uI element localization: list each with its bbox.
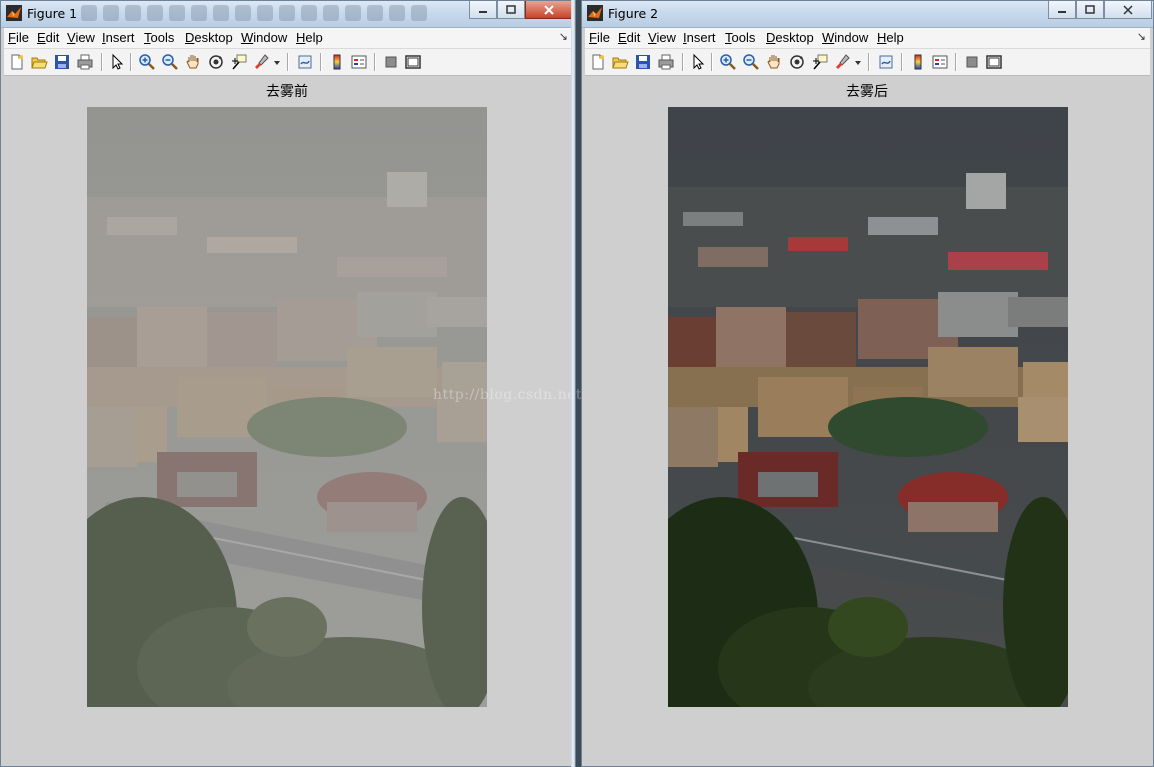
window-controls (469, 1, 573, 20)
zoom-in-icon[interactable] (138, 53, 156, 71)
brush-dropdown-arrow-icon[interactable] (272, 53, 282, 71)
zoom-out-icon[interactable] (742, 53, 760, 71)
image-canvas (668, 107, 1068, 707)
minimize-icon (1058, 10, 1066, 13)
zoom-in-icon[interactable] (719, 53, 737, 71)
matlab-logo-icon (587, 5, 603, 21)
open-file-icon[interactable] (611, 53, 629, 71)
menu-view[interactable]: View (648, 30, 676, 45)
data-cursor-icon[interactable] (811, 53, 829, 71)
minimize-icon (479, 10, 487, 13)
menu-window[interactable]: Window (241, 30, 287, 45)
toolbar-separator (101, 53, 102, 71)
background-toolbar-ghost (81, 5, 461, 23)
select-pointer-icon[interactable] (108, 53, 126, 71)
menu-insert[interactable]: Insert (683, 30, 716, 45)
title-bar[interactable]: Figure 2 (582, 1, 1153, 28)
open-file-icon[interactable] (30, 53, 48, 71)
menu-dock-arrow-icon[interactable]: ↘ (559, 30, 568, 43)
menu-tools[interactable]: Tools (725, 30, 755, 45)
menu-tools[interactable]: Tools (144, 30, 174, 45)
select-pointer-icon[interactable] (689, 53, 707, 71)
hide-plot-tools-icon[interactable] (963, 53, 981, 71)
axes-title: 去雾前 (266, 84, 308, 100)
axes-title: 去雾后 (846, 84, 888, 100)
figure-toolbar (4, 49, 572, 76)
maximize-icon (506, 5, 516, 14)
legend-icon[interactable] (931, 53, 949, 71)
rotate-3d-icon[interactable] (788, 53, 806, 71)
close-icon (544, 4, 554, 15)
window-controls (1048, 1, 1152, 20)
new-figure-icon[interactable] (8, 53, 26, 71)
menu-bar: File Edit View Insert Tools Desktop Wind… (585, 28, 1150, 49)
close-icon (1123, 4, 1133, 15)
toolbar-separator (287, 53, 288, 71)
show-plot-tools-icon[interactable] (985, 53, 1003, 71)
save-icon[interactable] (53, 53, 71, 71)
colorbar-icon[interactable] (328, 53, 346, 71)
toolbar-separator (374, 53, 375, 71)
menu-window[interactable]: Window (822, 30, 868, 45)
colorbar-icon[interactable] (909, 53, 927, 71)
menu-bar: File Edit View Insert Tools Desktop Wind… (4, 28, 572, 49)
print-icon[interactable] (76, 53, 94, 71)
window-title: Figure 2 (608, 6, 659, 21)
toolbar-separator (130, 53, 131, 71)
pan-hand-icon[interactable] (184, 53, 202, 71)
print-icon[interactable] (657, 53, 675, 71)
figure-window-1: Figure 1 File Edit View Insert Tools Des… (0, 0, 676, 767)
maximize-icon (1085, 5, 1095, 14)
toolbar-separator (868, 53, 869, 71)
data-cursor-icon[interactable] (230, 53, 248, 71)
menu-insert[interactable]: Insert (102, 30, 135, 45)
save-icon[interactable] (634, 53, 652, 71)
menu-view[interactable]: View (67, 30, 95, 45)
toolbar-separator (901, 53, 902, 71)
brush-icon[interactable] (253, 53, 271, 71)
menu-help[interactable]: Help (296, 30, 323, 45)
menu-dock-arrow-icon[interactable]: ↘ (1137, 30, 1146, 43)
title-bar[interactable]: Figure 1 (1, 1, 575, 28)
close-button[interactable] (525, 1, 573, 19)
new-figure-icon[interactable] (589, 53, 607, 71)
menu-edit[interactable]: Edit (618, 30, 640, 45)
figure-toolbar (585, 49, 1150, 76)
window-title: Figure 1 (27, 6, 78, 21)
toolbar-separator (320, 53, 321, 71)
window-divider (571, 0, 575, 767)
menu-file[interactable]: File (589, 30, 610, 45)
hazy-city-image[interactable] (87, 107, 487, 707)
show-plot-tools-icon[interactable] (404, 53, 422, 71)
maximize-button[interactable] (1076, 1, 1104, 19)
maximize-button[interactable] (497, 1, 525, 19)
toolbar-separator (711, 53, 712, 71)
figure-window-2: Figure 2 File Edit View Insert Tools Des… (581, 0, 1154, 767)
brush-dropdown-arrow-icon[interactable] (853, 53, 863, 71)
menu-help[interactable]: Help (877, 30, 904, 45)
minimize-button[interactable] (469, 1, 497, 19)
image-canvas (87, 107, 487, 707)
menu-desktop[interactable]: Desktop (185, 30, 233, 45)
matlab-logo-icon (6, 5, 22, 21)
link-plot-icon[interactable] (877, 53, 895, 71)
hide-plot-tools-icon[interactable] (382, 53, 400, 71)
pan-hand-icon[interactable] (765, 53, 783, 71)
menu-desktop[interactable]: Desktop (766, 30, 814, 45)
legend-icon[interactable] (350, 53, 368, 71)
link-plot-icon[interactable] (296, 53, 314, 71)
brush-icon[interactable] (834, 53, 852, 71)
close-button[interactable] (1104, 1, 1152, 19)
menu-edit[interactable]: Edit (37, 30, 59, 45)
rotate-3d-icon[interactable] (207, 53, 225, 71)
zoom-out-icon[interactable] (161, 53, 179, 71)
dehazed-city-image[interactable] (668, 107, 1068, 707)
menu-file[interactable]: File (8, 30, 29, 45)
toolbar-separator (955, 53, 956, 71)
toolbar-separator (682, 53, 683, 71)
minimize-button[interactable] (1048, 1, 1076, 19)
